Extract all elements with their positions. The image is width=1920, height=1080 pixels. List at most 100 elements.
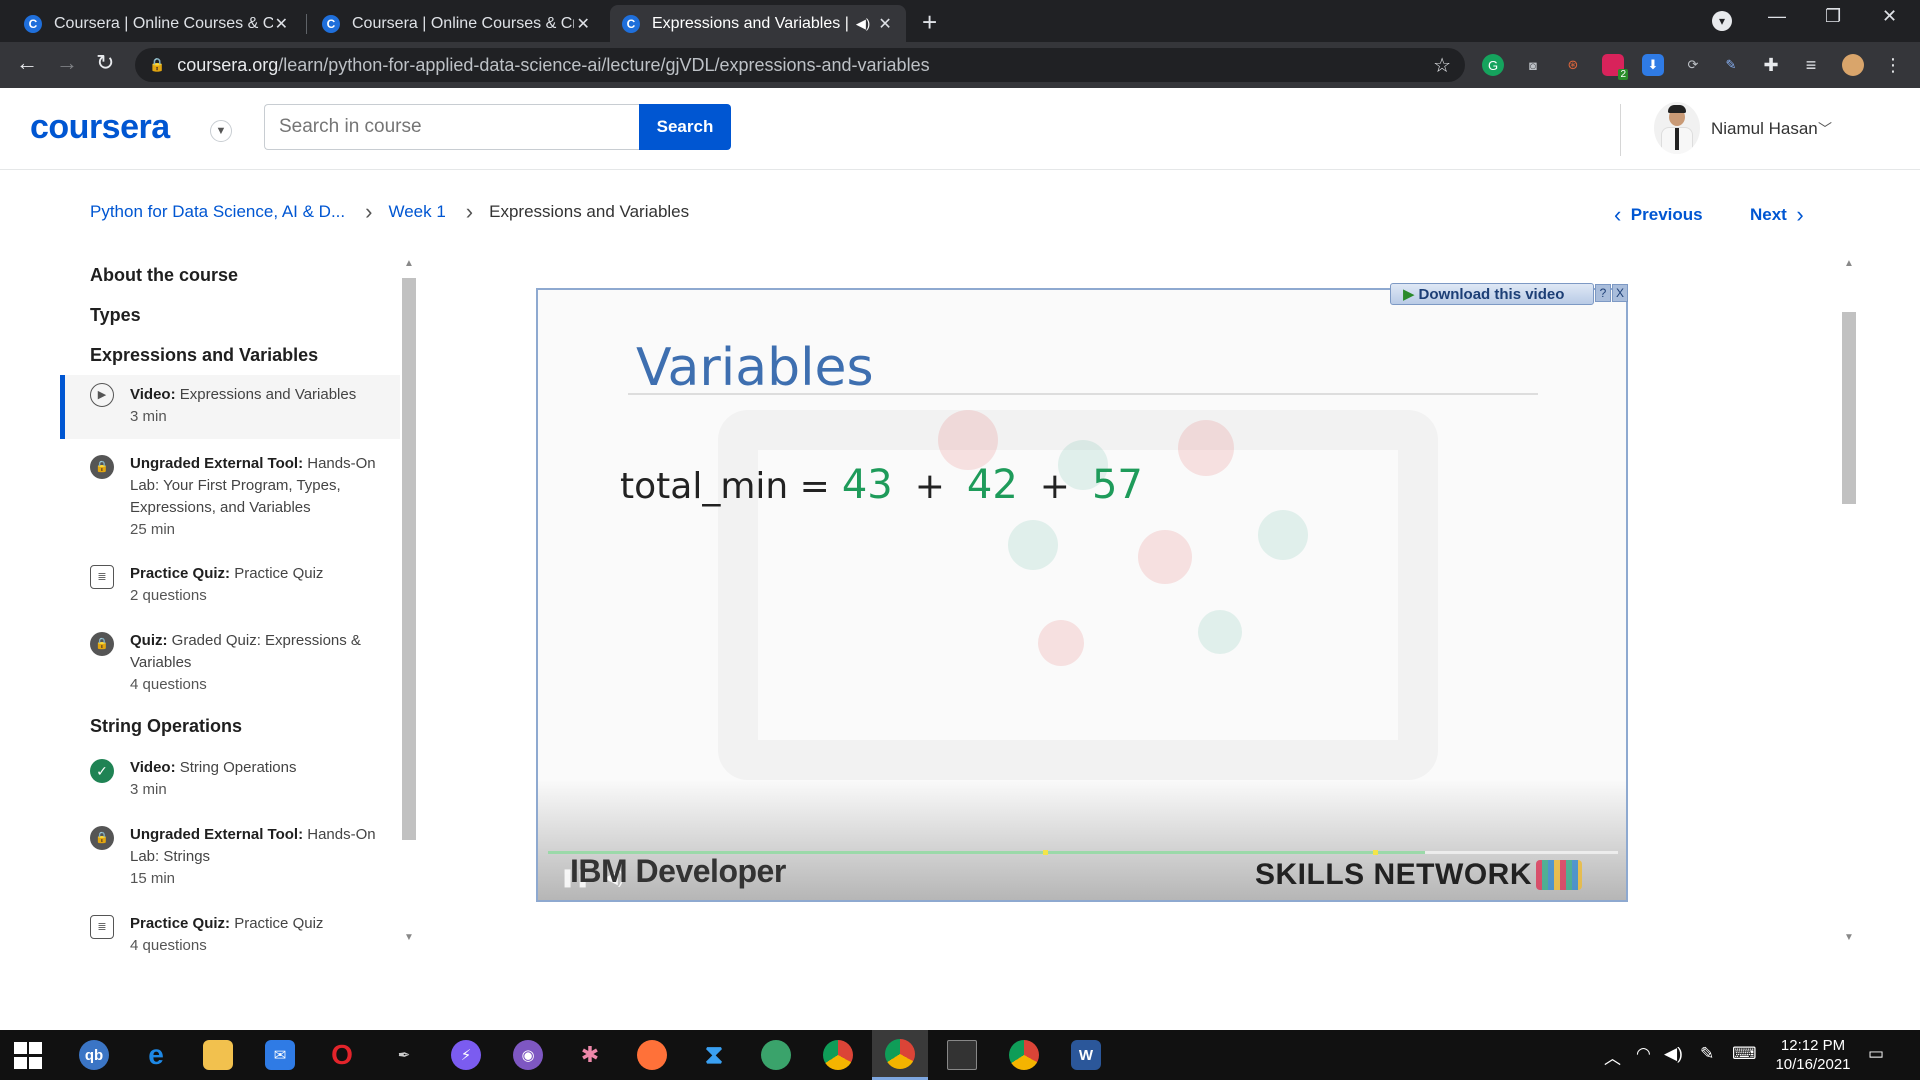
item-meta: 3 min [130,781,167,798]
taskbar-app-qbittorrent[interactable]: qb [66,1030,122,1080]
previous-button[interactable]: ‹ Previous [1614,202,1703,228]
volume-icon[interactable]: ◀) [1664,1044,1683,1064]
next-button[interactable]: Next › [1750,202,1804,228]
sync-extension-icon[interactable]: ⟳ [1682,54,1704,76]
pen-icon[interactable]: ✎ [1700,1044,1714,1064]
item-name: Practice Quiz [234,915,324,932]
taskbar-app-terminal[interactable] [934,1030,990,1080]
profile-avatar-icon[interactable] [1842,54,1864,76]
camera-extension-icon[interactable]: ◙ [1522,54,1544,76]
user-menu-chevron-icon[interactable]: ﹀ [1818,119,1832,139]
expression-operator: + [1039,466,1070,507]
video-player[interactable]: Variables total_min = 43 + 42 + 57 ❚❚ ◀)… [536,288,1628,902]
wifi-icon[interactable]: ◠ [1636,1044,1651,1064]
back-arrow-icon[interactable]: ← [16,50,38,76]
taskbar-app-firefox[interactable] [624,1030,680,1080]
reading-list-icon[interactable]: ≡ [1800,54,1822,76]
grammarly-extension-icon[interactable]: G [1482,54,1504,76]
browser-tab-2[interactable]: C Coursera | Online Courses & Credential… [310,5,604,42]
scroll-up-arrow-icon[interactable]: ▲ [404,258,414,269]
search-button[interactable]: Search [639,104,731,150]
browser-menu-icon[interactable]: ⋮ [1882,54,1904,76]
bookmark-star-icon[interactable]: ☆ [1433,53,1451,78]
sidebar-scrollbar-thumb[interactable] [402,278,416,840]
item-type: Ungraded External Tool: [130,826,304,843]
taskbar-app-edge[interactable]: e [128,1030,184,1080]
coursera-logo[interactable]: coursera [30,108,170,147]
show-hidden-icons-chevron-icon[interactable]: ︿ [1604,1044,1621,1069]
taskbar-app-chrome-profile[interactable] [996,1030,1052,1080]
sidebar-item-practice-quiz-1[interactable]: ≣ Practice Quiz: Practice Quiz 2 questio… [60,563,400,607]
sidebar-section-types[interactable]: Types [90,305,141,326]
scroll-up-arrow-icon[interactable]: ▲ [1844,258,1854,269]
keyboard-icon[interactable]: ⌨ [1732,1044,1757,1064]
sidebar-item-graded-quiz[interactable]: 🔒 Quiz: Graded Quiz: Expressions & Varia… [60,630,400,696]
browser-toolbar: ← → ↻ 🔒 coursera.org /learn/python-for-a… [0,42,1920,88]
decor-dot [938,410,998,470]
windows-start-icon[interactable] [10,1040,46,1070]
taskbar-app-github[interactable]: ◉ [500,1030,556,1080]
chevron-down-icon[interactable]: ▼ [210,120,232,142]
sidebar-item-video-strings[interactable]: ✓ Video: String Operations 3 min [60,757,400,801]
extension-icon[interactable]: ⊛ [1562,54,1584,76]
sidebar-item-lab-first-program[interactable]: 🔒 Ungraded External Tool: Hands-On Lab: … [60,453,400,541]
browser-tab-1[interactable]: C Coursera | Online Courses & Credential… [12,5,302,42]
scroll-down-arrow-icon[interactable]: ▼ [1844,932,1854,943]
mail-icon: ✉ [265,1040,295,1070]
avatar[interactable] [1654,102,1700,154]
taskbar-app-earth[interactable] [748,1030,804,1080]
notifications-icon[interactable]: ▭ [1868,1044,1884,1064]
sidebar-section-strings[interactable]: String Operations [90,716,242,737]
sidebar-item-lab-strings[interactable]: 🔒 Ungraded External Tool: Hands-On Lab: … [60,824,400,890]
sidebar-section-expressions[interactable]: Expressions and Variables [90,345,318,366]
close-tab-icon[interactable]: ✕ [574,14,592,34]
browser-tab-3-active[interactable]: C Expressions and Variables | Coursera ◀… [610,5,906,42]
audio-playing-icon[interactable]: ◀) [856,16,870,32]
tab-search-icon[interactable]: ▾ [1712,11,1732,31]
breadcrumb-course[interactable]: Python for Data Science, AI & D... [90,202,345,222]
taskbar-app-chrome-active[interactable] [872,1030,928,1080]
extension-badge-icon[interactable]: 2 [1602,54,1628,80]
sidebar-section-about[interactable]: About the course [90,265,238,286]
taskbar-app-inkscape[interactable]: ✒ [376,1030,432,1080]
puzzle-extensions-icon[interactable]: ✚ [1760,54,1782,76]
sidebar-item-video-expressions[interactable]: ▶ Video: Expressions and Variables 3 min [60,375,400,439]
taskbar-app-word[interactable]: W [1058,1030,1114,1080]
checkmark-icon: ✓ [90,759,114,783]
taskbar-app-chrome[interactable] [810,1030,866,1080]
taskbar-app-opera[interactable]: O [314,1030,370,1080]
minimize-icon[interactable]: — [1768,6,1786,27]
lock-icon: 🔒 [149,57,166,72]
new-tab-button[interactable]: + [922,7,937,38]
address-bar[interactable]: 🔒 coursera.org /learn/python-for-applied… [135,48,1465,82]
play-triangle-icon: ▶ [1403,286,1415,303]
quiz-icon: ≣ [90,915,114,939]
taskbar-app-mail[interactable]: ✉ [252,1030,308,1080]
user-name[interactable]: Niamul Hasan [1711,119,1818,139]
main-scrollbar-thumb[interactable] [1842,312,1856,504]
expression-lhs: total_min = [620,466,830,507]
pen-extension-icon[interactable]: ✎ [1720,54,1742,76]
taskbar-app-messenger[interactable]: ⚡ [438,1030,494,1080]
coursera-favicon-icon: C [322,14,340,33]
close-tab-icon[interactable]: ✕ [876,14,894,34]
close-tab-icon[interactable]: ✕ [273,14,290,34]
scroll-down-arrow-icon[interactable]: ▼ [404,932,414,943]
course-search-input[interactable] [264,104,639,150]
sidebar-item-practice-quiz-2[interactable]: ≣ Practice Quiz: Practice Quiz 4 questio… [60,913,400,953]
breadcrumb-week[interactable]: Week 1 [388,202,445,222]
close-window-icon[interactable]: ✕ [1882,6,1897,27]
download-close-button[interactable]: X [1612,284,1628,302]
restore-icon[interactable]: ❐ [1825,6,1841,27]
taskbar-clock[interactable]: 12:12 PM 10/16/2021 [1768,1036,1858,1074]
taskbar-app-explorer[interactable] [190,1030,246,1080]
download-video-button[interactable]: ▶ Download this video [1390,283,1594,305]
taskbar-app-vscode[interactable]: ⧗ [686,1030,742,1080]
site-header: coursera ▼ Search Niamul Hasan ﹀ [0,88,1920,170]
forward-arrow-icon[interactable]: → [56,50,78,76]
header-divider [1620,104,1621,156]
taskbar-app-slack[interactable]: ✱ [562,1030,618,1080]
download-help-button[interactable]: ? [1595,284,1611,302]
reload-icon[interactable]: ↻ [96,50,114,76]
download-extension-icon[interactable]: ⬇ [1642,54,1664,76]
